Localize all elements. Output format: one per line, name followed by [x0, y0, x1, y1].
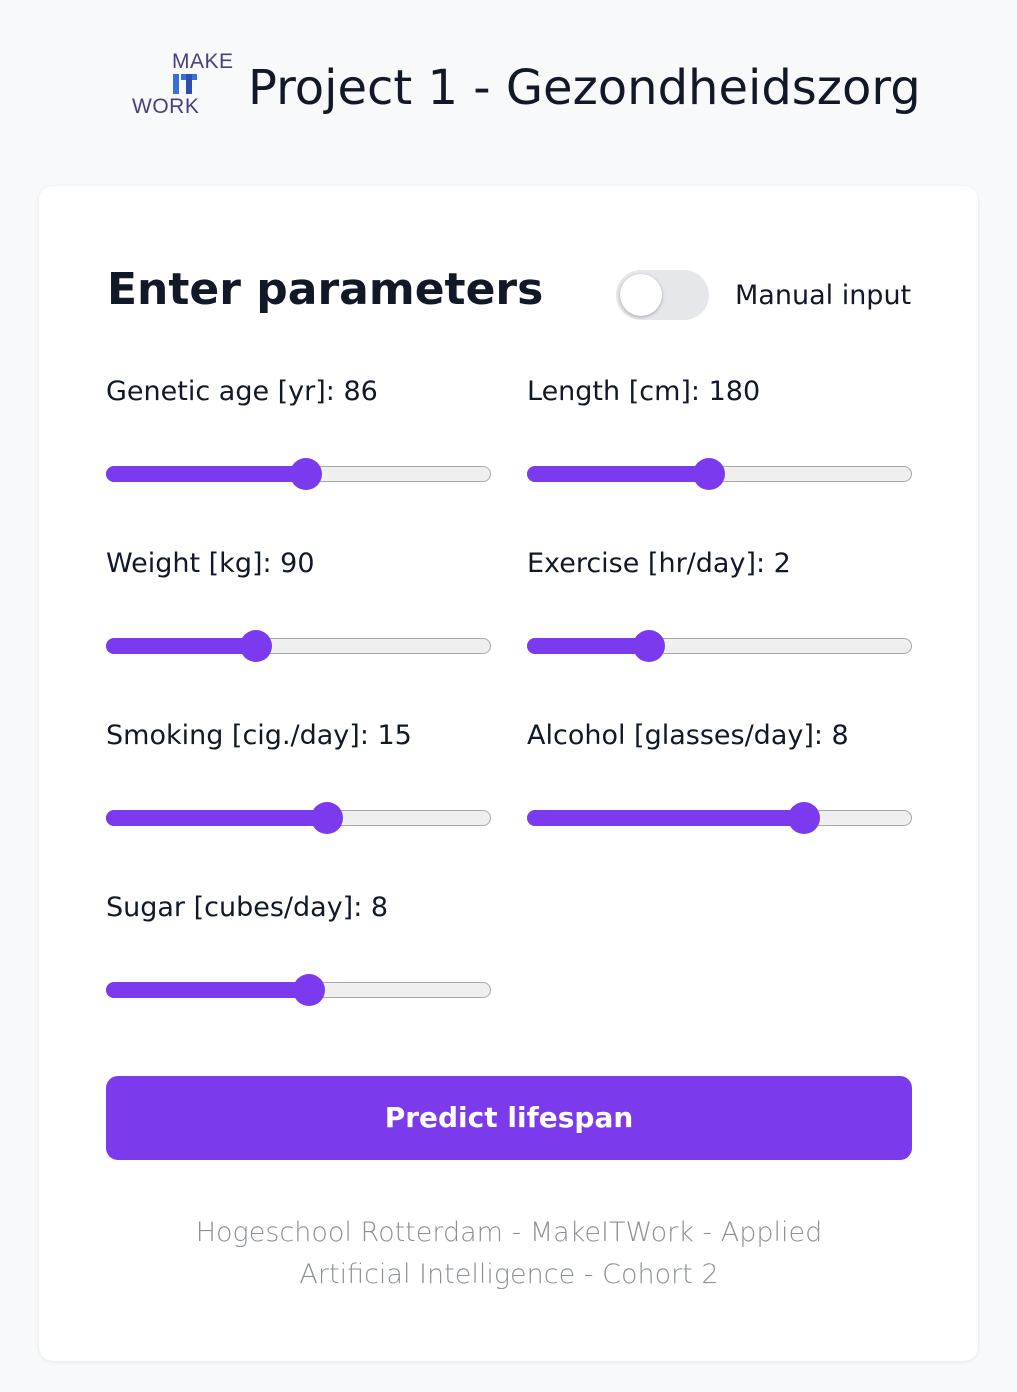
param-length: Length [cm]: 180	[527, 376, 912, 490]
param-label: Genetic age [yr]: 86	[106, 376, 378, 407]
logo-work-text: WORK	[132, 95, 200, 118]
slider-thumb[interactable]	[632, 630, 665, 662]
genetic-age-slider[interactable]	[106, 456, 491, 492]
page-title: Project 1 - Gezondheidszorg	[248, 60, 921, 116]
weight-slider[interactable]	[106, 628, 491, 664]
manual-input-label: Manual input	[735, 280, 912, 311]
logo-make-text: MAKE	[172, 50, 234, 73]
slider-thumb[interactable]	[310, 802, 343, 834]
exercise-slider[interactable]	[527, 628, 912, 664]
makeitwork-logo: MAKE WORK	[132, 50, 234, 122]
slider-thumb[interactable]	[293, 974, 326, 1006]
slider-thumb[interactable]	[692, 458, 725, 490]
param-weight: Weight [kg]: 90	[106, 548, 491, 662]
length-slider[interactable]	[527, 456, 912, 492]
param-exercise: Exercise [hr/day]: 2	[527, 548, 912, 662]
param-label: Alcohol [glasses/day]: 8	[527, 720, 849, 751]
toggle-knob	[620, 274, 662, 316]
param-label: Exercise [hr/day]: 2	[527, 548, 791, 579]
param-smoking: Smoking [cig./day]: 15	[106, 720, 491, 834]
predict-lifespan-button[interactable]: Predict lifespan	[106, 1076, 912, 1160]
slider-thumb[interactable]	[289, 458, 322, 490]
sugar-slider[interactable]	[106, 972, 491, 1008]
alcohol-slider[interactable]	[527, 800, 912, 836]
smoking-slider[interactable]	[106, 800, 491, 836]
param-label: Weight [kg]: 90	[106, 548, 315, 579]
footer-text: Hogeschool Rotterdam - MakeITWork - Appl…	[195, 1217, 823, 1290]
param-genetic-age: Genetic age [yr]: 86	[106, 376, 491, 490]
param-alcohol: Alcohol [glasses/day]: 8	[527, 720, 912, 834]
param-sugar: Sugar [cubes/day]: 8	[106, 892, 491, 1006]
slider-thumb[interactable]	[240, 630, 273, 662]
page-header: MAKE WORK Project 1 - Gezondheidszorg	[0, 0, 1017, 180]
logo-it-mark	[172, 74, 197, 96]
manual-input-toggle[interactable]	[616, 270, 709, 320]
param-label: Smoking [cig./day]: 15	[106, 720, 412, 751]
param-label: Sugar [cubes/day]: 8	[106, 892, 389, 923]
parameters-card: Enter parameters Manual input Genetic ag…	[39, 186, 978, 1361]
card-title: Enter parameters	[107, 264, 544, 315]
param-label: Length [cm]: 180	[527, 376, 761, 407]
slider-thumb[interactable]	[788, 802, 821, 834]
